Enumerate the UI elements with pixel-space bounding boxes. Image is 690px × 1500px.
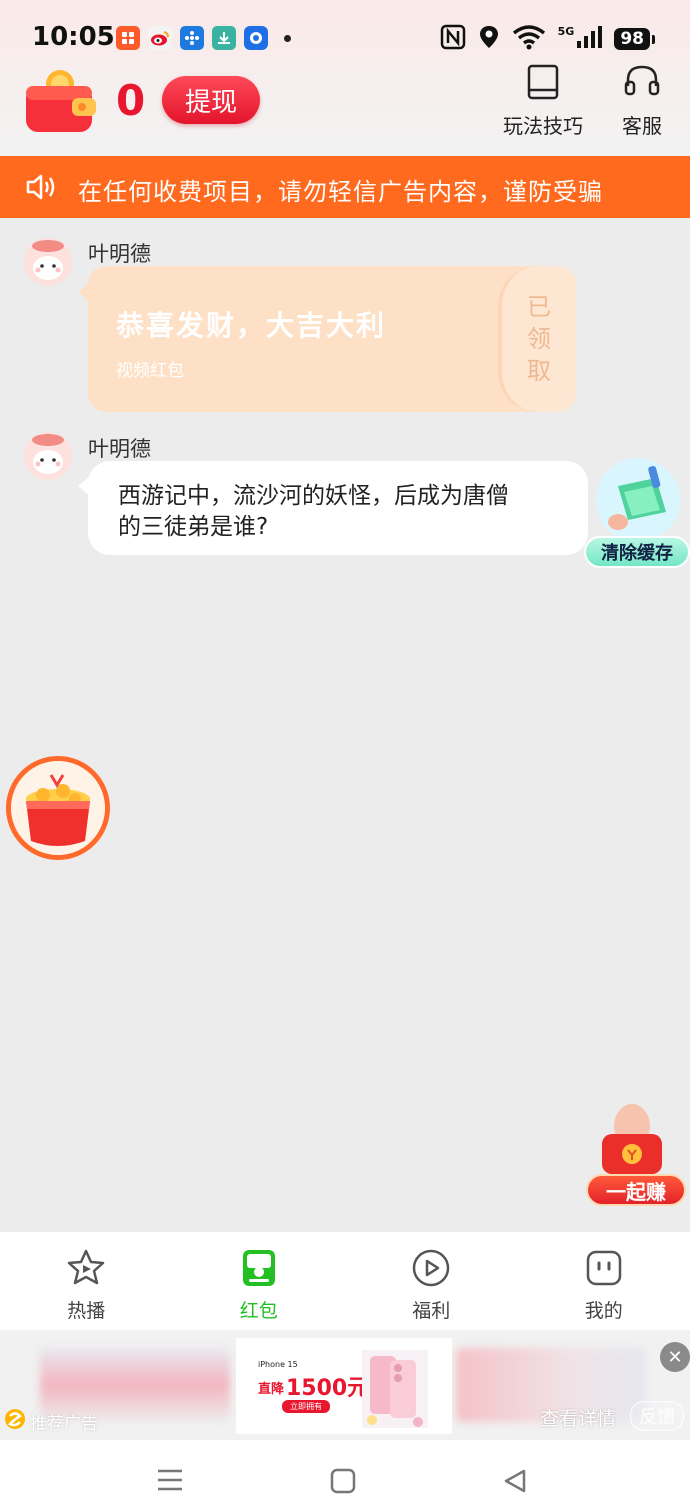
status-bar: 10:05 5G 98 bbox=[0, 16, 690, 60]
red-packet-pot-button[interactable] bbox=[6, 756, 110, 860]
question-bubble[interactable]: 西游记中，流沙河的妖怪，后成为唐僧 的三徒弟是谁? bbox=[88, 461, 588, 555]
notice-bar: 在任何收费项目，请勿轻信广告内容，谨防受骗 bbox=[0, 156, 690, 218]
hand-red-packet-icon bbox=[592, 1098, 682, 1184]
tips-label: 玩法技巧 bbox=[503, 114, 583, 138]
question-text-line: 的三徒弟是谁? bbox=[118, 514, 269, 540]
speaker-icon bbox=[26, 172, 58, 206]
home-icon[interactable] bbox=[330, 1468, 356, 1498]
ad-detail-link[interactable]: 查看详情 bbox=[540, 1404, 616, 1431]
location-icon bbox=[478, 24, 500, 54]
ad-product-card[interactable]: iPhone 15 直降 1500元 立即拥有 bbox=[236, 1338, 452, 1434]
headset-icon bbox=[623, 64, 661, 104]
red-packet-card[interactable]: 恭喜发财，大吉大利 视频红包 已 领 取 bbox=[88, 266, 576, 412]
wallet-icon[interactable] bbox=[24, 66, 98, 134]
pinwheel-app-icon bbox=[180, 26, 204, 50]
red-packet-title: 恭喜发财，大吉大利 bbox=[116, 309, 387, 342]
weibo-icon bbox=[148, 26, 172, 50]
status-char: 取 bbox=[527, 357, 551, 385]
menu-icon[interactable] bbox=[156, 1468, 184, 1496]
earn-together-button[interactable]: 一起赚 bbox=[586, 1098, 688, 1208]
play-circle-icon bbox=[411, 1248, 451, 1292]
withdraw-button[interactable]: 提现 bbox=[162, 76, 260, 124]
sender-avatar[interactable] bbox=[24, 238, 72, 286]
tab-red-packet[interactable]: 红包 bbox=[173, 1232, 346, 1330]
ad-tag-label: 推荐广告 bbox=[30, 1414, 98, 1434]
red-packet-status: 已 领 取 bbox=[498, 266, 576, 412]
profile-box-icon bbox=[584, 1248, 624, 1292]
browser-icon bbox=[244, 26, 268, 50]
tab-label: 热播 bbox=[67, 1300, 106, 1322]
notification-icons bbox=[116, 26, 291, 50]
wifi-icon bbox=[512, 24, 546, 54]
header: 10:05 5G 98 0 提现 玩法技巧 客服 bbox=[0, 0, 690, 156]
ad-price-prefix: 直降 bbox=[258, 1382, 285, 1397]
tab-mine[interactable]: 我的 bbox=[518, 1232, 690, 1330]
star-play-icon bbox=[66, 1248, 106, 1292]
tab-label: 我的 bbox=[584, 1300, 623, 1322]
ad-close-icon[interactable]: ✕ bbox=[660, 1342, 690, 1372]
system-nav-bar bbox=[0, 1440, 690, 1500]
back-icon[interactable] bbox=[502, 1468, 528, 1498]
red-packet-icon bbox=[239, 1248, 279, 1292]
tab-label: 红包 bbox=[239, 1300, 278, 1322]
broom-icon bbox=[590, 456, 686, 546]
status-char: 领 bbox=[527, 325, 551, 353]
question-text-line: 西游记中，流沙河的妖怪，后成为唐僧 bbox=[118, 483, 509, 509]
status-char: 已 bbox=[527, 293, 551, 321]
clear-cache-button[interactable]: 清除缓存 bbox=[584, 456, 690, 572]
red-packet-subtitle: 视频红包 bbox=[116, 361, 184, 381]
tab-label: 福利 bbox=[412, 1300, 451, 1322]
status-time: 10:05 bbox=[32, 22, 115, 52]
system-icons: 5G 98 bbox=[440, 24, 655, 54]
sender-name: 叶明德 bbox=[88, 437, 151, 461]
phone-image-icon bbox=[360, 1348, 430, 1434]
sender-avatar[interactable] bbox=[24, 432, 72, 480]
ad-feedback-button[interactable]: 反馈 bbox=[630, 1401, 684, 1431]
tab-welfare[interactable]: 福利 bbox=[345, 1232, 518, 1330]
nfc-icon bbox=[440, 24, 466, 54]
ad-product-name: iPhone 15 bbox=[258, 1360, 298, 1369]
ad-price: 1500元 bbox=[286, 1376, 370, 1401]
network-type: 5G bbox=[557, 24, 575, 38]
coin-pot-icon bbox=[11, 761, 105, 855]
clear-cache-label: 清除缓存 bbox=[584, 536, 690, 568]
signal-icon bbox=[576, 25, 603, 53]
earn-together-label: 一起赚 bbox=[586, 1174, 686, 1206]
ad-brand-icon bbox=[4, 1408, 26, 1435]
tips-button[interactable]: 玩法技巧 bbox=[503, 64, 583, 139]
notice-text: 在任何收费项目，请勿轻信广告内容，谨防受骗 bbox=[78, 178, 603, 206]
download-icon bbox=[212, 26, 236, 50]
customer-service-label: 客服 bbox=[622, 114, 662, 138]
ad-cta: 立即拥有 bbox=[282, 1400, 330, 1413]
balance-amount: 0 bbox=[116, 76, 146, 125]
battery-indicator: 98 bbox=[614, 28, 655, 50]
xiaohongshu-icon bbox=[116, 26, 140, 50]
bottom-tab-bar: 热播 红包 福利 我的 bbox=[0, 1232, 690, 1330]
sender-name: 叶明德 bbox=[88, 242, 151, 266]
more-notifications-dot bbox=[284, 34, 291, 42]
book-icon bbox=[526, 64, 560, 104]
tab-hot[interactable]: 热播 bbox=[0, 1232, 173, 1330]
customer-service-button[interactable]: 客服 bbox=[622, 64, 662, 139]
ad-tag: 推荐广告 bbox=[4, 1408, 98, 1435]
